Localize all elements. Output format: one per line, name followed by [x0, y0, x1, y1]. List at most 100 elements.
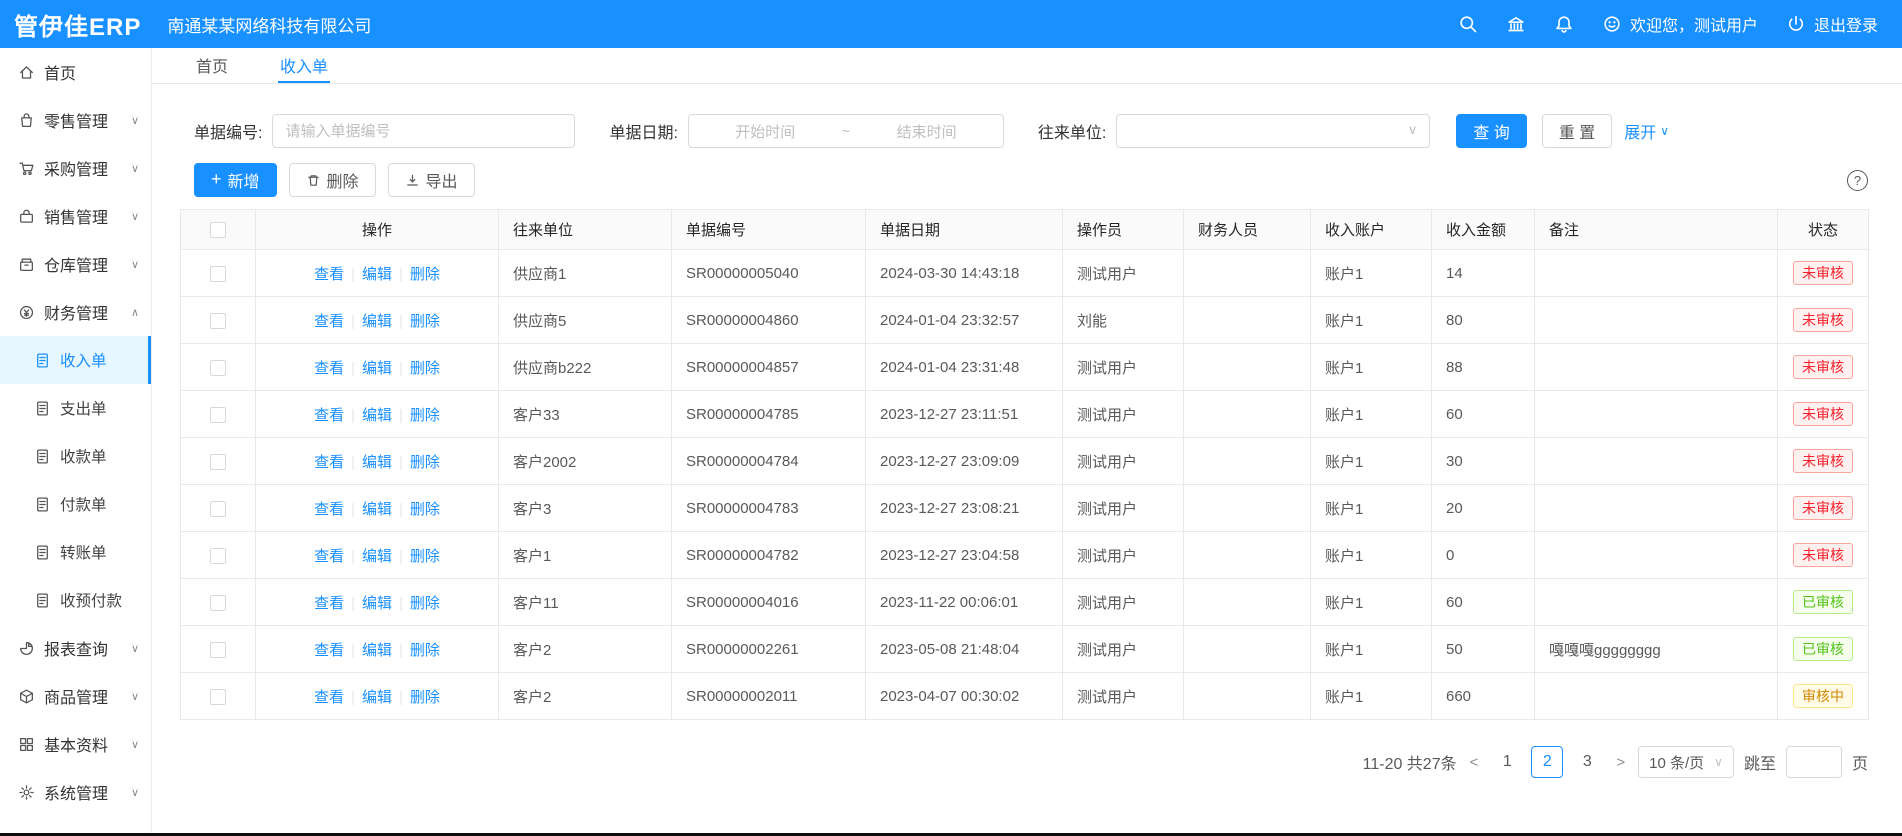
sidebar-item-finance[interactable]: 财务管理∧ — [0, 288, 151, 336]
edit-link[interactable]: 编辑 — [362, 313, 392, 330]
delete-link[interactable]: 删除 — [410, 548, 440, 565]
delete-link[interactable]: 删除 — [410, 501, 440, 518]
jump-page-input[interactable] — [1786, 746, 1842, 778]
row-checkbox[interactable] — [210, 501, 226, 517]
date-range-input[interactable]: 开始时间 ~ 结束时间 — [688, 114, 1004, 148]
view-link[interactable]: 查看 — [314, 360, 344, 377]
view-link[interactable]: 查看 — [314, 454, 344, 471]
edit-link[interactable]: 编辑 — [362, 266, 392, 283]
column-header-operator: 操作员 — [1063, 210, 1184, 250]
notification-bell-icon[interactable] — [1554, 14, 1574, 34]
view-link[interactable]: 查看 — [314, 595, 344, 612]
edit-link[interactable]: 编辑 — [362, 360, 392, 377]
page-size-select[interactable]: 10 条/页 ∨ — [1638, 746, 1734, 778]
delete-link[interactable]: 删除 — [410, 454, 440, 471]
bank-icon[interactable] — [1506, 14, 1526, 34]
sidebar-subitem-income[interactable]: 收入单 — [0, 336, 151, 384]
logout-button[interactable]: 退出登录 — [1786, 12, 1878, 36]
tab-income-bill[interactable]: 收入单 — [278, 48, 330, 83]
reset-button[interactable]: 重 置 — [1542, 114, 1612, 148]
delete-link[interactable]: 删除 — [410, 266, 440, 283]
sidebar-item-report[interactable]: 报表查询∨ — [0, 624, 151, 672]
action-separator: | — [399, 454, 403, 471]
edit-link[interactable]: 编辑 — [362, 595, 392, 612]
view-link[interactable]: 查看 — [314, 407, 344, 424]
delete-link[interactable]: 删除 — [410, 360, 440, 377]
sidebar-item-sale[interactable]: 销售管理∨ — [0, 192, 151, 240]
sidebar-subitem-advance[interactable]: 收预付款 — [0, 576, 151, 624]
action-separator: | — [399, 266, 403, 283]
page-button-1[interactable]: 1 — [1491, 746, 1523, 778]
welcome-user[interactable]: 欢迎您，测试用户 — [1602, 12, 1758, 36]
delete-link[interactable]: 删除 — [410, 595, 440, 612]
cell-bill-date: 2024-01-04 23:31:48 — [866, 344, 1063, 391]
company-name: 南通某某网络科技有限公司 — [167, 12, 371, 37]
sidebar-item-basic[interactable]: 基本资料∨ — [0, 720, 151, 768]
delete-link[interactable]: 删除 — [410, 689, 440, 706]
search-icon[interactable] — [1458, 14, 1478, 34]
sidebar-item-goods[interactable]: 商品管理∨ — [0, 672, 151, 720]
delete-link[interactable]: 删除 — [410, 407, 440, 424]
row-checkbox[interactable] — [210, 595, 226, 611]
date-start-placeholder: 开始时间 — [735, 121, 795, 142]
edit-link[interactable]: 编辑 — [362, 501, 392, 518]
view-link[interactable]: 查看 — [314, 548, 344, 565]
sidebar-subitem-payment[interactable]: 付款单 — [0, 480, 151, 528]
table-row: 查看|编辑|删除客户3SR000000047832023-12-27 23:08… — [181, 485, 1869, 532]
cell-unit: 客户3 — [499, 485, 672, 532]
sidebar-subitem-receipt[interactable]: 收款单 — [0, 432, 151, 480]
view-link[interactable]: 查看 — [314, 642, 344, 659]
row-checkbox[interactable] — [210, 454, 226, 470]
unit-select[interactable]: ∨ — [1116, 114, 1430, 148]
page-button-3[interactable]: 3 — [1571, 746, 1603, 778]
row-checkbox[interactable] — [210, 407, 226, 423]
search-button[interactable]: 查 询 — [1456, 114, 1526, 148]
delete-link[interactable]: 删除 — [410, 313, 440, 330]
main-content: 首页 收入单 单据编号: 单据日期: 开始时间 ~ 结束时间 往来单位: ∨ 查… — [152, 48, 1902, 833]
unit-label: 往来单位: — [1038, 119, 1106, 143]
view-link[interactable]: 查看 — [314, 266, 344, 283]
cell-bill-date: 2023-05-08 21:48:04 — [866, 626, 1063, 673]
cell-bill-no: SR00000004783 — [672, 485, 866, 532]
edit-link[interactable]: 编辑 — [362, 548, 392, 565]
pagination-total: 11-20 共27条 — [1363, 750, 1457, 774]
row-checkbox[interactable] — [210, 360, 226, 376]
page-button-2[interactable]: 2 — [1531, 746, 1563, 778]
sidebar-subitem-expense[interactable]: 支出单 — [0, 384, 151, 432]
sidebar-item-warehouse[interactable]: 仓库管理∨ — [0, 240, 151, 288]
action-separator: | — [399, 360, 403, 377]
expand-link[interactable]: 展开 ∨ — [1624, 119, 1669, 143]
cell-income-account: 账户1 — [1311, 579, 1432, 626]
prev-page-button[interactable]: < — [1467, 754, 1482, 771]
sidebar-item-retail[interactable]: 零售管理∨ — [0, 96, 151, 144]
view-link[interactable]: 查看 — [314, 689, 344, 706]
sidebar-item-home[interactable]: 首页 — [0, 48, 151, 96]
bill-no-input[interactable] — [272, 114, 575, 148]
cell-income-amount: 60 — [1432, 579, 1535, 626]
row-checkbox[interactable] — [210, 266, 226, 282]
edit-link[interactable]: 编辑 — [362, 642, 392, 659]
edit-link[interactable]: 编辑 — [362, 454, 392, 471]
row-checkbox[interactable] — [210, 642, 226, 658]
export-button[interactable]: 导出 — [388, 163, 475, 197]
help-icon[interactable]: ? — [1847, 170, 1868, 191]
bill-no-label: 单据编号: — [194, 119, 262, 143]
next-page-button[interactable]: > — [1613, 754, 1628, 771]
sidebar-item-purchase[interactable]: 采购管理∨ — [0, 144, 151, 192]
tab-home[interactable]: 首页 — [194, 48, 230, 83]
view-link[interactable]: 查看 — [314, 313, 344, 330]
view-link[interactable]: 查看 — [314, 501, 344, 518]
sidebar-subitem-transfer[interactable]: 转账单 — [0, 528, 151, 576]
sidebar-item-system[interactable]: 系统管理∨ — [0, 768, 151, 816]
edit-link[interactable]: 编辑 — [362, 689, 392, 706]
add-button[interactable]: + 新增 — [194, 163, 277, 197]
edit-link[interactable]: 编辑 — [362, 407, 392, 424]
delete-button[interactable]: 删除 — [289, 163, 376, 197]
top-header: 管伊佳ERP 南通某某网络科技有限公司 欢迎您，测试用户 — [0, 0, 1902, 48]
row-checkbox[interactable] — [210, 689, 226, 705]
row-checkbox[interactable] — [210, 548, 226, 564]
select-all-checkbox[interactable] — [210, 222, 226, 238]
cell-finance-staff — [1184, 532, 1311, 579]
row-checkbox[interactable] — [210, 313, 226, 329]
delete-link[interactable]: 删除 — [410, 642, 440, 659]
